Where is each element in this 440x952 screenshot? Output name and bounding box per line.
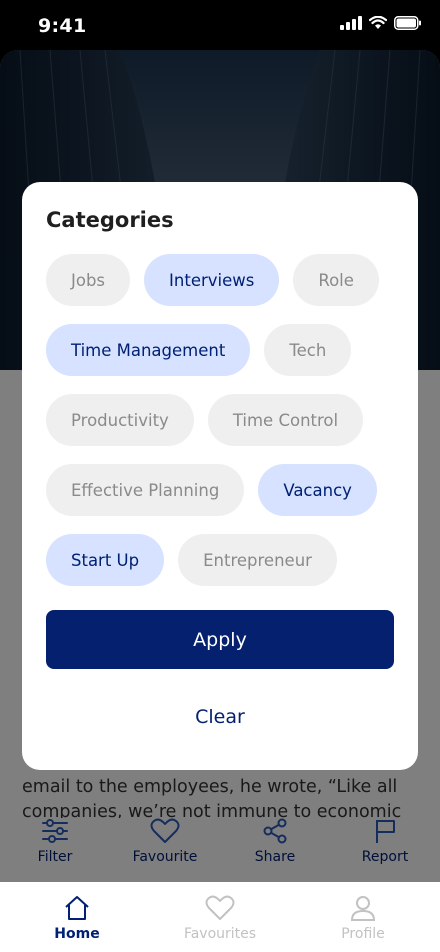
status-time: 9:41	[38, 15, 87, 37]
home-icon	[65, 896, 89, 920]
tab-home-label: Home	[54, 926, 100, 942]
chip-time-control[interactable]: Time Control	[207, 394, 364, 446]
bottom-tab-bar: Home Favourites Profile	[0, 882, 440, 952]
tab-profile[interactable]: Profile	[318, 882, 408, 952]
chip-tech[interactable]: Tech	[264, 324, 352, 376]
chip-role[interactable]: Role	[293, 254, 379, 306]
chip-row: Start Up Entrepreneur	[46, 534, 337, 586]
modal-title: Categories	[46, 208, 174, 232]
tab-home[interactable]: Home	[32, 882, 122, 952]
tab-favourites[interactable]: Favourites	[175, 882, 265, 952]
clear-button[interactable]: Clear	[46, 696, 394, 738]
status-icons	[340, 16, 422, 30]
chip-row: Effective Planning Vacancy	[46, 464, 377, 516]
chip-productivity[interactable]: Productivity	[46, 394, 194, 446]
tab-profile-label: Profile	[341, 926, 385, 942]
chip-jobs[interactable]: Jobs	[46, 254, 131, 306]
chip-vacancy[interactable]: Vacancy	[258, 464, 377, 516]
chip-row: Productivity Time Control	[46, 394, 364, 446]
chip-entrepreneur[interactable]: Entrepreneur	[178, 534, 337, 586]
heart-icon	[205, 895, 235, 920]
chip-interviews[interactable]: Interviews	[144, 254, 280, 306]
chip-row: Time Management Tech	[46, 324, 352, 376]
signal-icon	[340, 16, 362, 30]
chip-row: Jobs Interviews Role	[46, 254, 379, 306]
chip-effective-planning[interactable]: Effective Planning	[46, 464, 245, 516]
tab-favourites-label: Favourites	[183, 926, 257, 942]
status-bar: 9:41	[0, 0, 440, 50]
categories-modal: Categories Jobs Interviews Role Time Man…	[22, 182, 418, 770]
wifi-icon	[369, 16, 387, 29]
apply-button[interactable]: Apply	[46, 610, 394, 669]
chip-time-management[interactable]: Time Management	[46, 324, 251, 376]
user-icon	[350, 896, 376, 921]
chip-start-up[interactable]: Start Up	[46, 534, 165, 586]
battery-icon	[394, 16, 421, 30]
